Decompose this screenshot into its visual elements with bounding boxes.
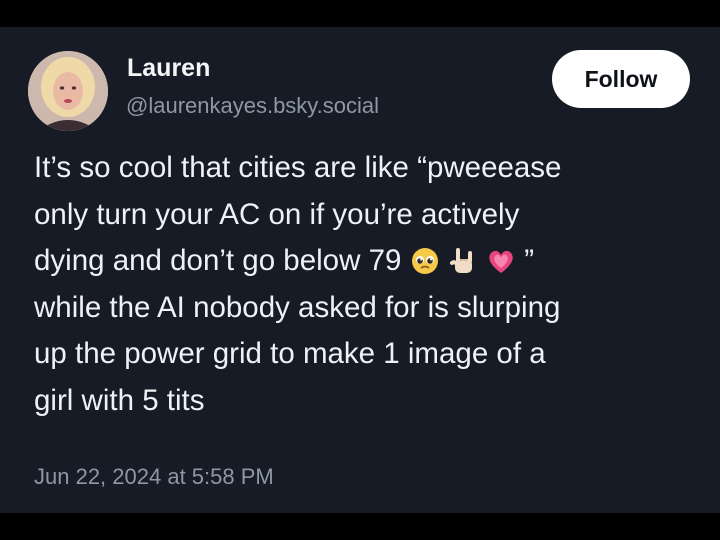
post-text-line: It’s so cool that cities are like “pweee… — [34, 151, 562, 184]
profile-photo-icon — [28, 51, 108, 131]
post-timestamp[interactable]: Jun 22, 2024 at 5:58 PM — [34, 464, 274, 490]
post-text-line: girl with 5 tits — [34, 383, 205, 417]
user-handle[interactable]: @laurenkayes.bsky.social — [126, 93, 379, 119]
post-text-segment: dying and don’t go below 79 — [34, 244, 402, 277]
sign-of-the-horns-emoji-icon — [448, 246, 478, 276]
post-text: It’s so cool that cities are like “pweee… — [34, 145, 714, 424]
pleading-face-emoji-icon — [410, 246, 440, 276]
avatar[interactable] — [28, 51, 108, 131]
post-text-line-with-emojis: dying and don’t go below 79 ” — [34, 238, 714, 285]
post-text-line: only turn your AC on if you’re actively — [34, 197, 520, 231]
follow-button[interactable]: Follow — [552, 50, 690, 108]
post-text-line: while the AI nobody asked for is slurpin… — [34, 290, 561, 324]
closing-quote: ” — [524, 244, 535, 277]
post-text-line: up the power grid to make 1 image of a — [34, 337, 546, 370]
post-card: Lauren @laurenkayes.bsky.social Follow I… — [0, 27, 720, 513]
growing-heart-emoji-icon — [486, 246, 516, 276]
display-name[interactable]: Lauren — [127, 54, 210, 83]
